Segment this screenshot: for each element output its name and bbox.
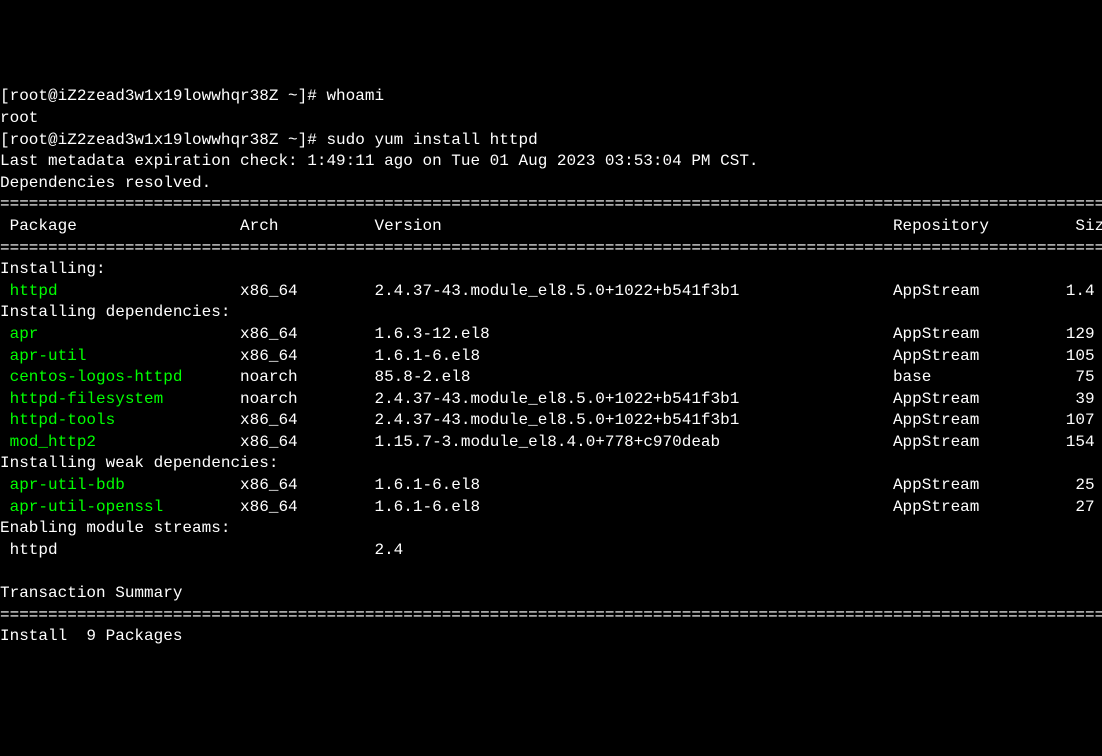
package-row: httpd x86_64 2.4.37-43.module_el8.5.0+10… (0, 281, 1102, 303)
install-count: Install 9 Packages (0, 626, 1102, 648)
installing-deps-header: Installing dependencies: (0, 302, 1102, 324)
prompt-line-1: [root@iZ2zead3w1x19lowwhqr38Z ~]# whoami (0, 86, 1102, 108)
whoami-output: root (0, 108, 1102, 130)
installing-weak-header: Installing weak dependencies: (0, 453, 1102, 475)
package-row: httpd-filesystem noarch 2.4.37-43.module… (0, 389, 1102, 411)
package-row: apr x86_64 1.6.3-12.el8 AppStream 129 k (0, 324, 1102, 346)
package-row: mod_http2 x86_64 1.15.7-3.module_el8.4.0… (0, 432, 1102, 454)
package-row: apr-util x86_64 1.6.1-6.el8 AppStream 10… (0, 346, 1102, 368)
command-text: sudo yum install httpd (326, 131, 537, 149)
terminal-output: [root@iZ2zead3w1x19lowwhqr38Z ~]# whoami… (0, 86, 1102, 647)
package-row: apr-util-openssl x86_64 1.6.1-6.el8 AppS… (0, 497, 1102, 519)
divider: ========================================… (0, 605, 1102, 627)
enabling-streams-header: Enabling module streams: (0, 518, 1102, 540)
shell-prompt: [root@iZ2zead3w1x19lowwhqr38Z ~]# (0, 87, 326, 105)
divider: ========================================… (0, 238, 1102, 260)
deps-resolved: Dependencies resolved. (0, 173, 1102, 195)
shell-prompt: [root@iZ2zead3w1x19lowwhqr38Z ~]# (0, 131, 326, 149)
package-row: centos-logos-httpd noarch 85.8-2.el8 bas… (0, 367, 1102, 389)
package-row: httpd-tools x86_64 2.4.37-43.module_el8.… (0, 410, 1102, 432)
installing-header: Installing: (0, 259, 1102, 281)
divider: ========================================… (0, 194, 1102, 216)
blank-line (0, 561, 1102, 583)
metadata-line: Last metadata expiration check: 1:49:11 … (0, 151, 1102, 173)
package-row: apr-util-bdb x86_64 1.6.1-6.el8 AppStrea… (0, 475, 1102, 497)
table-header: Package Arch Version Repository Size (0, 216, 1102, 238)
command-text: whoami (326, 87, 384, 105)
prompt-line-2: [root@iZ2zead3w1x19lowwhqr38Z ~]# sudo y… (0, 130, 1102, 152)
stream-row: httpd 2.4 (0, 540, 1102, 562)
